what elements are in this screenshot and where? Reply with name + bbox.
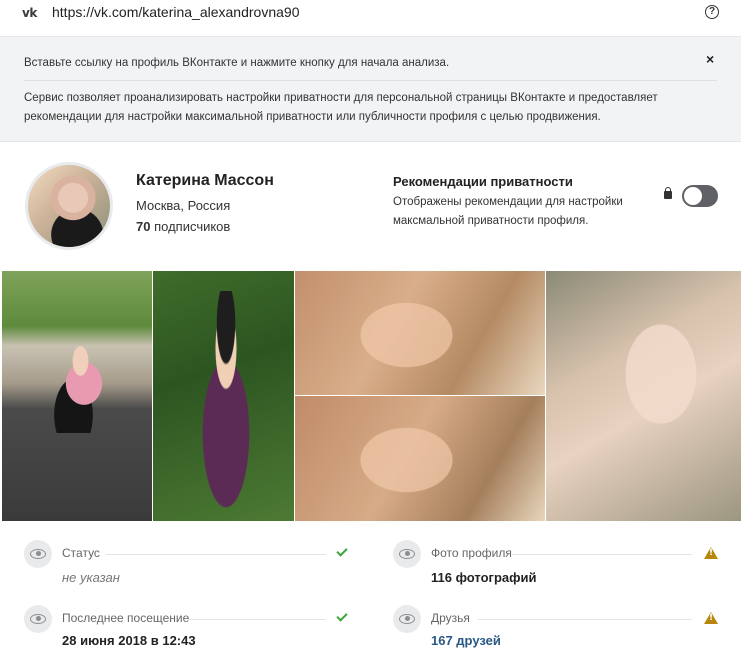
stat-value: не указан — [62, 570, 120, 585]
lock-icon — [664, 187, 672, 199]
followers-label: подписчиков — [154, 219, 231, 234]
toggle-knob — [684, 187, 702, 205]
stat-divider — [478, 619, 692, 620]
photo-2[interactable] — [153, 271, 294, 521]
vk-logo-icon: vk — [22, 6, 37, 20]
stat-label: Друзья — [431, 611, 470, 625]
warning-icon — [704, 612, 718, 624]
stat-label: Фото профиля — [431, 546, 512, 560]
profile-name[interactable]: Катерина Массон — [136, 172, 274, 190]
info-divider — [24, 80, 717, 81]
info-panel: Вставьте ссылку на профиль ВКонтакте и н… — [0, 36, 741, 142]
profile-url-input[interactable] — [52, 4, 652, 20]
friends-link[interactable]: 167 друзей — [431, 633, 501, 648]
eye-icon[interactable] — [393, 540, 421, 568]
followers-number: 70 — [136, 219, 151, 234]
photo-gallery — [2, 271, 741, 521]
photo-5[interactable] — [546, 271, 741, 521]
photo-3[interactable] — [295, 271, 545, 395]
followers-count: 70 подписчиков — [136, 219, 230, 234]
stat-value: 116 фотографий — [431, 570, 537, 585]
eye-icon[interactable] — [24, 605, 52, 633]
photo-4[interactable] — [295, 396, 545, 521]
hint-text: Вставьте ссылку на профиль ВКонтакте и н… — [24, 57, 450, 69]
profile-city: Москва, Россия — [136, 198, 231, 213]
photo-1[interactable] — [2, 271, 152, 521]
recommendations-title: Рекомендации приватности — [393, 174, 573, 189]
recommendations-description: Отображены рекомендации для настройки ма… — [393, 196, 623, 227]
url-bar: vk ? — [0, 0, 741, 26]
check-icon — [336, 545, 348, 557]
help-icon[interactable]: ? — [705, 5, 719, 19]
stat-value: 28 июня 2018 в 12:43 — [62, 633, 196, 648]
close-icon[interactable]: × — [706, 51, 714, 67]
stat-divider — [188, 619, 326, 620]
stat-label: Статус — [62, 546, 100, 560]
avatar[interactable] — [25, 162, 113, 250]
service-description: Сервис позволяет проанализировать настро… — [24, 92, 658, 123]
check-icon — [336, 610, 348, 622]
stat-divider — [512, 554, 692, 555]
stat-divider — [106, 554, 326, 555]
stat-label: Последнее посещение — [62, 611, 190, 625]
warning-icon — [704, 547, 718, 559]
eye-icon[interactable] — [393, 605, 421, 633]
privacy-toggle[interactable] — [682, 185, 718, 207]
eye-icon[interactable] — [24, 540, 52, 568]
